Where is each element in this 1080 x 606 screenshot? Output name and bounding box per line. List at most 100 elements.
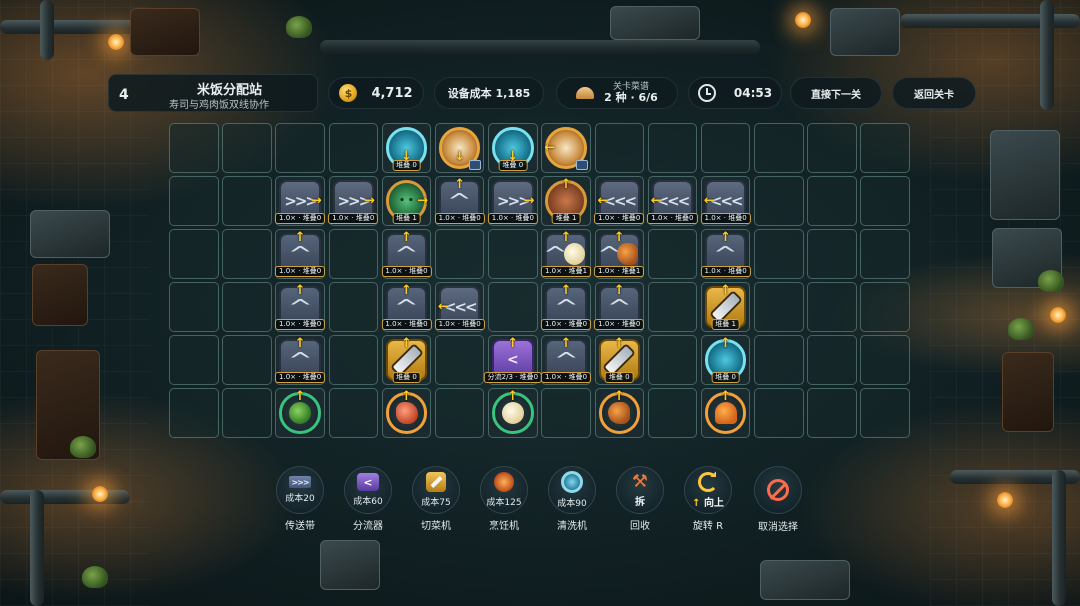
grid-cell[interactable] xyxy=(807,229,857,279)
tool-conveyor[interactable]: >>> 成本20 传送带 xyxy=(270,466,330,532)
grid-cell[interactable] xyxy=(328,123,379,173)
grid-cell[interactable]: ↑ xyxy=(381,388,432,438)
conveyor-tool-button[interactable]: >>> 成本20 xyxy=(276,466,324,514)
grid-cell[interactable]: ↑ 堆叠 0 xyxy=(700,335,751,385)
grid-cell[interactable]: ↑ 堆叠 0 xyxy=(594,335,644,385)
grid-cell[interactable] xyxy=(647,335,698,385)
grid-cell[interactable] xyxy=(328,282,379,332)
grid-cell[interactable]: ↑ 堆叠 1 xyxy=(700,282,751,332)
grid-cell[interactable]: ^ ↑ 1.0× · 堆叠0 xyxy=(594,282,645,332)
back-to-levels-button[interactable]: 返回关卡 xyxy=(892,77,976,109)
grid-cell[interactable] xyxy=(328,335,379,385)
grid-cell[interactable] xyxy=(647,282,698,332)
grid-cell[interactable] xyxy=(754,335,804,385)
grid-cell[interactable]: ^ ↑ 1.0× · 堆叠0 xyxy=(381,229,432,279)
grid-cell[interactable] xyxy=(807,388,857,438)
grid-cell[interactable] xyxy=(647,388,698,438)
grid-cell[interactable] xyxy=(222,176,272,226)
grid-cell[interactable] xyxy=(754,123,804,173)
grid-cell[interactable]: ^ ↑ 1.0× · 堆叠0 xyxy=(381,282,432,332)
grid-cell[interactable]: ^ ↑ 1.0× · 堆叠0 xyxy=(434,176,485,226)
grid-cell[interactable] xyxy=(860,388,910,438)
grid-cell[interactable]: <<< ← 1.0× · 堆叠0 xyxy=(434,282,485,332)
grid-cell[interactable] xyxy=(222,229,272,279)
tool-cancel[interactable]: 取消选择 xyxy=(748,466,808,533)
grid-cell[interactable] xyxy=(169,123,219,173)
grid-cell[interactable] xyxy=(754,388,804,438)
grid-cell[interactable] xyxy=(860,123,910,173)
grid-cell[interactable] xyxy=(541,388,591,438)
tool-recycle[interactable]: ⚒ 拆 回收 xyxy=(610,466,670,532)
cancel-tool-button[interactable] xyxy=(754,466,802,514)
grid-cell[interactable]: ↑ xyxy=(488,388,538,438)
grid-cell[interactable]: ^ ↑ 1.0× · 堆叠0 xyxy=(275,335,326,385)
grid-cell[interactable]: ↓ 堆叠 0 xyxy=(381,123,432,173)
grid-cell[interactable] xyxy=(169,388,219,438)
grid-cell[interactable]: ↓ 堆叠 0 xyxy=(488,123,538,173)
grid-cell[interactable]: ← xyxy=(541,123,591,173)
grid-cell[interactable] xyxy=(222,388,272,438)
grid-cell[interactable]: >>> → 1.0× · 堆叠0 xyxy=(328,176,379,226)
grid-cell[interactable] xyxy=(700,123,751,173)
grid-cell[interactable] xyxy=(754,282,804,332)
grid-cell[interactable] xyxy=(754,176,804,226)
grid-cell[interactable] xyxy=(594,123,644,173)
grid-cell[interactable] xyxy=(860,176,910,226)
grid-cell[interactable]: ↓ xyxy=(434,123,485,173)
grid-cell[interactable] xyxy=(754,229,804,279)
tool-cooker[interactable]: 成本125 烹饪机 xyxy=(474,466,534,532)
grid-cell[interactable]: >>> → 1.0× · 堆叠0 xyxy=(275,176,326,226)
factory-grid[interactable]: ↓ 堆叠 0 ↓ ↓ 堆叠 0 ← >>> → 1.0× · 堆叠0 >>> → 1.0× · 堆叠0… xyxy=(169,123,910,438)
grid-cell[interactable]: ↑ 堆叠 1 xyxy=(541,176,591,226)
recycle-tool-button[interactable]: ⚒ 拆 xyxy=(616,466,664,514)
rotate-tool-button[interactable]: ↑ 向上 xyxy=(684,466,732,514)
grid-cell[interactable]: ^ ↑ 1.0× · 堆叠0 xyxy=(275,229,326,279)
grid-cell[interactable] xyxy=(807,282,857,332)
grid-cell[interactable]: <<< ← 1.0× · 堆叠0 xyxy=(647,176,698,226)
grid-cell[interactable] xyxy=(434,335,485,385)
grid-cell[interactable]: <<< ← 1.0× · 堆叠0 xyxy=(700,176,751,226)
grid-cell[interactable] xyxy=(860,229,910,279)
grid-cell[interactable]: <<< ← 1.0× · 堆叠0 xyxy=(594,176,645,226)
grid-cell[interactable] xyxy=(860,282,910,332)
grid-cell[interactable] xyxy=(647,229,698,279)
tool-rotate[interactable]: ↑ 向上 旋转 R xyxy=(678,466,738,532)
grid-cell[interactable] xyxy=(488,282,538,332)
grid-cell[interactable] xyxy=(488,229,538,279)
grid-cell[interactable] xyxy=(169,176,219,226)
washer-tool-button[interactable]: 成本90 xyxy=(548,466,596,514)
grid-cell[interactable] xyxy=(275,123,325,173)
grid-cell[interactable] xyxy=(169,229,219,279)
grid-cell[interactable] xyxy=(647,123,698,173)
grid-cell[interactable]: < ↑ 分流2/3 · 堆叠0 xyxy=(483,335,543,385)
tool-splitter[interactable]: < 成本60 分流器 xyxy=(338,466,398,532)
grid-cell[interactable] xyxy=(860,335,910,385)
grid-cell[interactable]: ^ ↑ 1.0× · 堆叠0 xyxy=(275,282,326,332)
grid-cell[interactable]: ↑ xyxy=(275,388,325,438)
grid-cell[interactable] xyxy=(434,388,485,438)
tool-washer[interactable]: 成本90 清洗机 xyxy=(542,466,602,532)
grid-cell[interactable]: ^ ↑ 1.0× · 堆叠0 xyxy=(540,282,592,332)
tool-cutter[interactable]: 成本75 切菜机 xyxy=(406,466,466,532)
grid-cell[interactable] xyxy=(222,282,272,332)
cutter-tool-button[interactable]: 成本75 xyxy=(412,466,460,514)
cooker-tool-button[interactable]: 成本125 xyxy=(480,466,528,514)
grid-cell[interactable] xyxy=(169,282,219,332)
grid-cell[interactable]: ↑ xyxy=(700,388,751,438)
grid-cell[interactable] xyxy=(169,335,219,385)
grid-cell[interactable]: ^ ↑ 1.0× · 堆叠1 xyxy=(594,229,645,279)
grid-cell[interactable]: • • → 堆叠 1 xyxy=(381,176,432,226)
grid-cell[interactable]: ↑ 堆叠 0 xyxy=(381,335,432,385)
grid-cell[interactable] xyxy=(807,176,857,226)
grid-cell[interactable] xyxy=(434,229,485,279)
grid-cell[interactable]: ^ ↑ 1.0× · 堆叠0 xyxy=(700,229,751,279)
grid-cell[interactable] xyxy=(807,123,857,173)
grid-cell[interactable]: ↑ xyxy=(594,388,644,438)
grid-cell[interactable] xyxy=(807,335,857,385)
grid-cell[interactable] xyxy=(328,388,379,438)
grid-cell[interactable]: ^ ↑ 1.0× · 堆叠0 xyxy=(540,335,592,385)
grid-cell[interactable]: ^ ↑ 1.0× · 堆叠1 xyxy=(540,229,592,279)
next-level-button[interactable]: 直接下一关 xyxy=(790,77,882,109)
grid-cell[interactable] xyxy=(222,123,272,173)
grid-cell[interactable]: >>> → 1.0× · 堆叠0 xyxy=(487,176,538,226)
